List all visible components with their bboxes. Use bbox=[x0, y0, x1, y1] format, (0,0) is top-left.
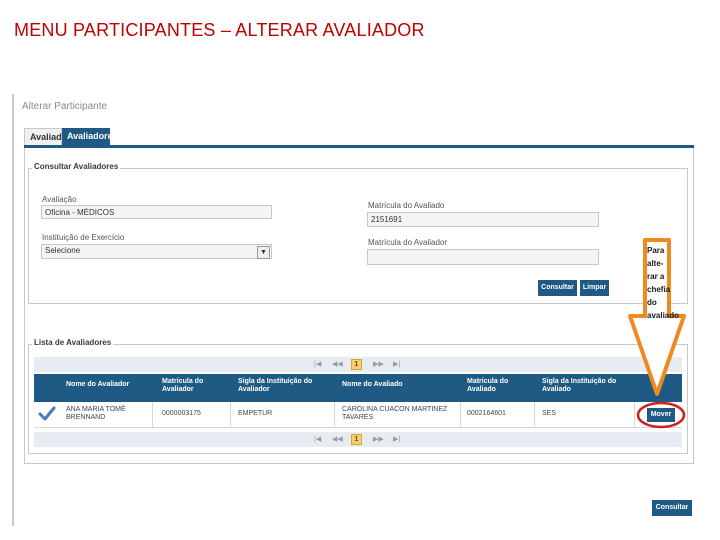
callout-line: do bbox=[647, 298, 657, 307]
avaliacao-field[interactable] bbox=[41, 205, 272, 219]
callout-line: alte- bbox=[647, 259, 664, 268]
callout-line: chefia bbox=[647, 285, 671, 294]
callout-text: Para alte- rar a chefia do avaliado bbox=[647, 244, 679, 322]
current-page[interactable]: 1 bbox=[351, 359, 362, 370]
callout-line: rar a bbox=[647, 272, 665, 281]
current-page-bottom[interactable]: 1 bbox=[351, 434, 362, 445]
next-page-icon[interactable]: ▶▶ bbox=[373, 360, 384, 368]
matricula-avaliador-label: Matrícula do Avaliador bbox=[368, 238, 448, 247]
cell-sigla-avaliado: SES bbox=[542, 410, 557, 417]
lista-legend: Lista de Avaliadores bbox=[32, 338, 114, 347]
select-check-icon[interactable] bbox=[38, 405, 56, 423]
header-sigla-avaliador: Sigla da Instituição do Avaliador bbox=[238, 378, 313, 393]
window-left-border bbox=[12, 94, 14, 526]
col-divider bbox=[634, 402, 635, 427]
instituicao-select-value: Selecione bbox=[45, 246, 81, 255]
callout-line: avaliado bbox=[647, 311, 680, 320]
cell-matricula-avaliador: 0000003175 bbox=[162, 410, 201, 417]
col-divider bbox=[230, 402, 231, 427]
first-page-icon-bottom[interactable]: |◀ bbox=[314, 435, 321, 443]
tab-avaliados[interactable]: Avaliados bbox=[24, 128, 72, 145]
window-title: Alterar Participante bbox=[22, 101, 108, 112]
limpar-button[interactable]: Limpar bbox=[580, 280, 609, 296]
last-page-icon-bottom[interactable]: ▶| bbox=[393, 435, 400, 443]
chevron-down-icon[interactable]: ▼ bbox=[257, 246, 270, 259]
header-nome-avaliador: Nome do Avaliador bbox=[66, 381, 130, 388]
bottom-consultar-button[interactable]: Consultar bbox=[652, 500, 692, 516]
highlight-circle bbox=[636, 401, 686, 429]
header-matricula-avaliado: Matrícula do Avaliado bbox=[467, 378, 509, 393]
consultar-button[interactable]: Consultar bbox=[538, 280, 577, 296]
first-page-icon[interactable]: |◀ bbox=[314, 360, 321, 368]
cell-matricula-avaliado: 0002164601 bbox=[467, 410, 506, 417]
header-nome-avaliado: Nome do Avaliado bbox=[342, 381, 403, 388]
cell-sigla-avaliador: EMPETUR bbox=[238, 410, 273, 417]
prev-page-icon-bottom[interactable]: ◀◀ bbox=[332, 435, 343, 443]
last-page-icon[interactable]: ▶| bbox=[393, 360, 400, 368]
col-divider bbox=[334, 402, 335, 427]
consultar-legend: Consultar Avaliadores bbox=[32, 162, 121, 171]
col-divider bbox=[460, 402, 461, 427]
slide-title: MENU PARTICIPANTES – ALTERAR AVALIADOR bbox=[14, 20, 425, 40]
header-matricula-avaliador: Matrícula do Avaliador bbox=[162, 378, 204, 393]
matricula-avaliador-field[interactable] bbox=[367, 249, 599, 265]
instituicao-label: Instituição de Exercício bbox=[42, 233, 125, 242]
cell-nome-avaliado: CAROLINA CUACON MARTINEZ TAVARES bbox=[342, 406, 448, 421]
header-sigla-avaliado: Sigla da Instituição do Avaliado bbox=[542, 378, 617, 393]
callout-line: Para bbox=[647, 246, 665, 255]
next-page-icon-bottom[interactable]: ▶▶ bbox=[373, 435, 384, 443]
col-divider bbox=[534, 402, 535, 427]
matricula-avaliado-label: Matrícula do Avaliado bbox=[368, 201, 445, 210]
matricula-avaliado-field[interactable] bbox=[367, 212, 599, 227]
prev-page-icon[interactable]: ◀◀ bbox=[332, 360, 343, 368]
cell-nome-avaliador: ANA MARIA TOMÉ BRENNAND bbox=[66, 406, 126, 421]
instituicao-select[interactable]: Selecione ▼ bbox=[41, 244, 272, 259]
avaliacao-label: Avaliação bbox=[42, 195, 77, 204]
tab-avaliadores[interactable]: Avaliadores bbox=[62, 128, 118, 145]
